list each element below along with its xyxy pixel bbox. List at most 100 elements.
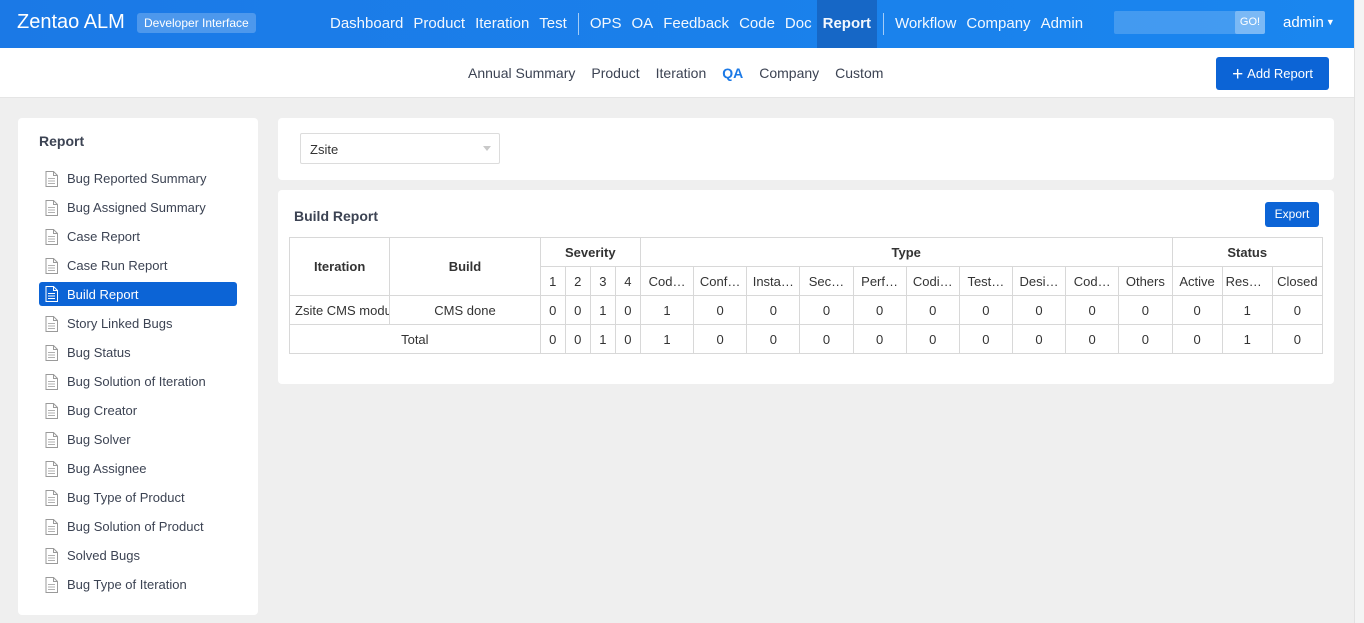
sidebar-item-bug-assigned-summary[interactable]: Bug Assigned Summary: [39, 193, 237, 222]
document-icon: [45, 460, 58, 477]
sidebar-item-bug-solver[interactable]: Bug Solver: [39, 425, 237, 454]
total-cell: 0: [1171, 324, 1223, 354]
search-input[interactable]: [1114, 11, 1236, 34]
table-cell: 1: [589, 295, 616, 325]
nav-company[interactable]: Company: [961, 0, 1035, 48]
col-header-status-active: Active: [1171, 266, 1223, 296]
nav-ops[interactable]: OPS: [585, 0, 627, 48]
chevron-down-icon: [483, 146, 491, 151]
nav-workflow[interactable]: Workflow: [890, 0, 961, 48]
sidebar-item-label: Bug Creator: [67, 403, 138, 418]
nav-iteration[interactable]: Iteration: [470, 0, 534, 48]
nav-oa[interactable]: OA: [627, 0, 659, 48]
col-header-type-4: Perf…: [852, 266, 907, 296]
table-cell: 0: [1271, 295, 1324, 325]
nav-admin[interactable]: Admin: [1036, 0, 1089, 48]
sidebar-item-case-report[interactable]: Case Report: [39, 222, 237, 251]
table-cell: 0: [539, 295, 566, 325]
nav-code[interactable]: Code: [734, 0, 780, 48]
table-cell: 0: [799, 295, 854, 325]
sidebar-item-bug-type-of-iteration[interactable]: Bug Type of Iteration: [39, 570, 237, 599]
subnav-iteration[interactable]: Iteration: [648, 65, 715, 81]
subnav-qa[interactable]: QA: [714, 65, 751, 81]
sidebar-item-bug-type-of-product[interactable]: Bug Type of Product: [39, 483, 237, 512]
user-name: admin: [1283, 14, 1324, 31]
total-cell: 0: [1065, 324, 1120, 354]
nav-feedback[interactable]: Feedback: [658, 0, 734, 48]
document-icon: [45, 344, 58, 361]
sidebar-item-bug-solution-of-product[interactable]: Bug Solution of Product: [39, 512, 237, 541]
brand-logo[interactable]: Zentao ALM: [17, 11, 125, 34]
table-cell: 0: [1118, 295, 1173, 325]
document-icon: [45, 518, 58, 535]
total-cell: 1: [589, 324, 616, 354]
col-header-severity: Severity: [539, 237, 641, 267]
sidebar-item-bug-solution-of-iteration[interactable]: Bug Solution of Iteration: [39, 367, 237, 396]
build-report-table: Iteration Build Severity Type Status 123…: [288, 237, 1324, 354]
nav-doc[interactable]: Doc: [780, 0, 817, 48]
sub-header: Annual Summary Product Iteration QA Comp…: [0, 48, 1354, 98]
total-cell: 0: [958, 324, 1013, 354]
report-subnav: Annual Summary Product Iteration QA Comp…: [460, 48, 891, 98]
document-icon: [45, 489, 58, 506]
sidebar-item-label: Bug Solver: [67, 432, 131, 447]
sidebar-item-label: Bug Type of Iteration: [67, 577, 187, 592]
nav-dashboard[interactable]: Dashboard: [325, 0, 408, 48]
table-cell: 0: [564, 295, 591, 325]
product-select[interactable]: Zsite: [300, 133, 500, 164]
sidebar-item-build-report[interactable]: Build Report: [39, 282, 237, 306]
nav-product[interactable]: Product: [408, 0, 470, 48]
sidebar-item-story-linked-bugs[interactable]: Story Linked Bugs: [39, 309, 237, 338]
total-cell: 0: [693, 324, 748, 354]
subnav-company[interactable]: Company: [751, 65, 827, 81]
plus-icon: +: [1232, 64, 1244, 85]
export-button[interactable]: Export: [1265, 202, 1319, 227]
total-cell: 0: [539, 324, 566, 354]
main-nav: Dashboard Product Iteration Test OPS OA …: [325, 0, 1088, 48]
col-header-type-1: Conf…: [693, 266, 748, 296]
table-cell: 0: [693, 295, 748, 325]
nav-divider: [577, 13, 579, 35]
document-icon: [45, 286, 58, 302]
sidebar-item-case-run-report[interactable]: Case Run Report: [39, 251, 237, 280]
total-cell: 0: [852, 324, 907, 354]
col-header-status: Status: [1171, 237, 1323, 267]
developer-interface-badge[interactable]: Developer Interface: [137, 13, 256, 33]
table-cell: 0: [1011, 295, 1067, 325]
total-cell: 1: [1221, 324, 1273, 354]
col-header-type-2: Insta…: [746, 266, 801, 296]
document-icon: [45, 373, 58, 390]
document-icon: [45, 199, 58, 216]
table-row: Zsite CMS modu CMS done 0 0 1 0 1 0 0 0 0 0 0 0 0 0 0 1 0: [288, 295, 1324, 325]
subnav-annual-summary[interactable]: Annual Summary: [460, 65, 583, 81]
table-cell: 0: [1171, 295, 1223, 325]
document-icon: [45, 228, 58, 245]
col-header-type: Type: [639, 237, 1173, 267]
sidebar-item-bug-creator[interactable]: Bug Creator: [39, 396, 237, 425]
sidebar-item-label: Build Report: [67, 286, 139, 302]
product-select-value: Zsite: [310, 142, 339, 157]
sidebar-item-label: Bug Type of Product: [67, 490, 185, 505]
col-header-status-resolve: Resolve: [1221, 266, 1273, 296]
sidebar-item-bug-assignee[interactable]: Bug Assignee: [39, 454, 237, 483]
add-report-button[interactable]: + Add Report: [1216, 57, 1329, 90]
cell-iteration[interactable]: Zsite CMS modu: [288, 295, 391, 325]
search-go-button[interactable]: GO!: [1235, 11, 1265, 34]
subnav-product[interactable]: Product: [583, 65, 647, 81]
sidebar-item-bug-status[interactable]: Bug Status: [39, 338, 237, 367]
filter-panel: Zsite: [278, 118, 1334, 180]
sidebar-item-solved-bugs[interactable]: Solved Bugs: [39, 541, 237, 570]
report-sidebar: Report Bug Reported Summary Bug Assigned …: [18, 118, 258, 615]
col-header-type-3: Sec…: [799, 266, 854, 296]
user-menu[interactable]: admin ▼: [1283, 14, 1335, 31]
top-header: Zentao ALM Developer Interface Dashboard…: [0, 0, 1354, 48]
cell-build[interactable]: CMS done: [389, 295, 541, 325]
sidebar-item-label: Bug Assigned Summary: [67, 200, 206, 215]
sidebar-item-bug-reported-summary[interactable]: Bug Reported Summary: [39, 164, 237, 193]
subnav-custom[interactable]: Custom: [827, 65, 891, 81]
table-cell: 1: [1221, 295, 1273, 325]
page-scrollbar[interactable]: [1354, 0, 1364, 623]
nav-report[interactable]: Report: [816, 0, 877, 48]
table-cell: 0: [852, 295, 907, 325]
nav-test[interactable]: Test: [534, 0, 572, 48]
